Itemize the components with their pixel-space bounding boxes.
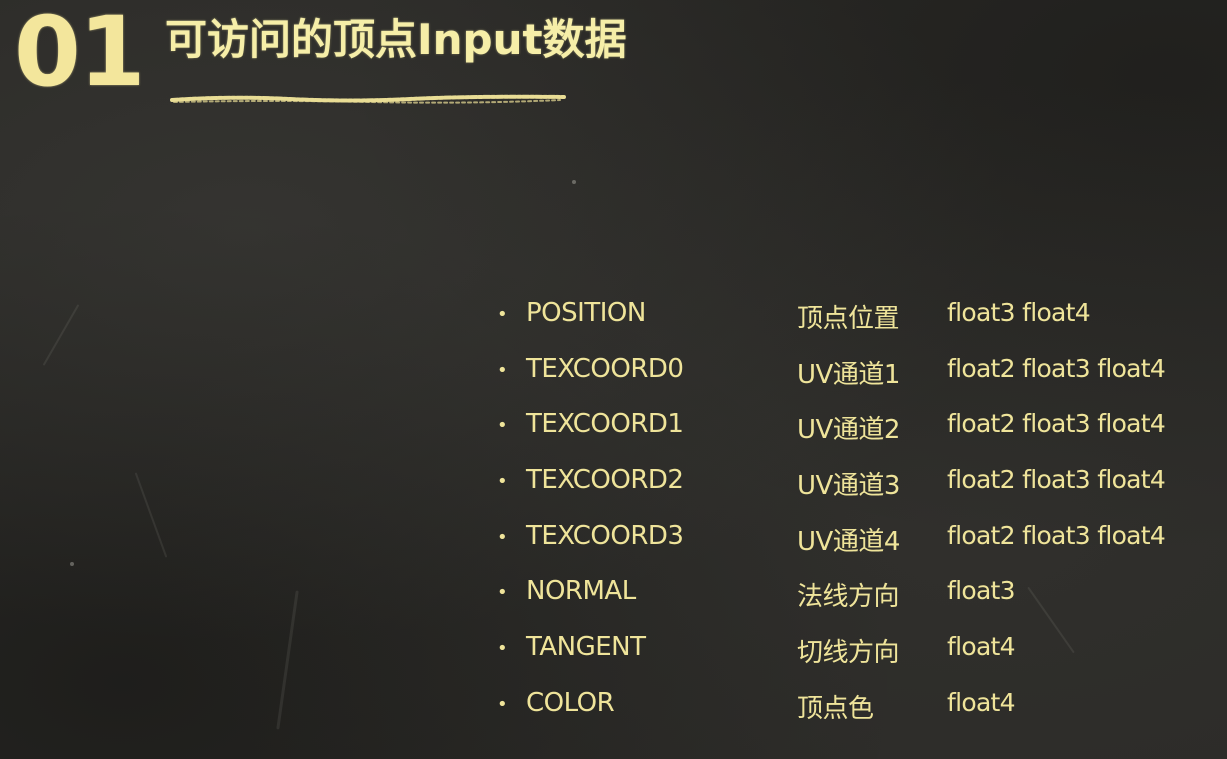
semantic-name: TEXCOORD1 (526, 409, 684, 440)
bullet-icon: • (497, 415, 508, 437)
semantic-name: COLOR (526, 687, 615, 718)
semantic-description: UV通道3 (797, 471, 900, 502)
title-underline (170, 94, 566, 104)
chalk-scratch (42, 304, 80, 366)
data-types: float2 float3 float4 (947, 465, 1166, 495)
semantic-description: 切线方向 (797, 638, 900, 669)
data-types: float2 float3 float4 (947, 409, 1166, 439)
semantic-description: UV通道2 (797, 415, 900, 446)
bullet-icon: • (497, 304, 508, 325)
bullet-icon: • (497, 693, 508, 715)
data-types: float4 (947, 687, 1016, 717)
semantic-description: UV通道1 (797, 359, 900, 390)
semantic-name: TEXCOORD0 (526, 353, 684, 384)
slide-title: 可访问的顶点Input数据 (165, 15, 627, 64)
semantic-name: POSITION (526, 298, 646, 328)
chalk-scratch (276, 590, 299, 730)
bullet-icon: • (497, 526, 508, 548)
data-types: float2 float3 float4 (947, 520, 1166, 550)
semantic-name: NORMAL (526, 576, 636, 607)
bullet-icon: • (497, 359, 508, 381)
data-types: float3 float4 (947, 298, 1091, 327)
bullet-icon: • (497, 638, 508, 660)
semantic-name: TEXCOORD2 (526, 465, 684, 496)
bullet-icon: • (497, 582, 508, 604)
chalk-speck (70, 562, 74, 566)
semantic-name: TEXCOORD3 (526, 520, 684, 551)
data-types: float2 float3 float4 (947, 353, 1166, 383)
chalk-speck (572, 180, 576, 184)
semantic-name: TANGENT (526, 632, 646, 663)
semantic-description: 顶点位置 (797, 304, 900, 334)
semantic-description: 法线方向 (797, 582, 900, 613)
semantic-description: UV通道4 (797, 526, 900, 557)
data-types: float4 (947, 632, 1016, 662)
chalk-scratch (134, 472, 168, 558)
data-types: float3 (947, 576, 1016, 606)
semantic-description: 顶点色 (797, 693, 874, 724)
slide-number: 01 (14, 0, 146, 108)
bullet-icon: • (497, 471, 508, 493)
chalk-scratch (1027, 586, 1075, 654)
